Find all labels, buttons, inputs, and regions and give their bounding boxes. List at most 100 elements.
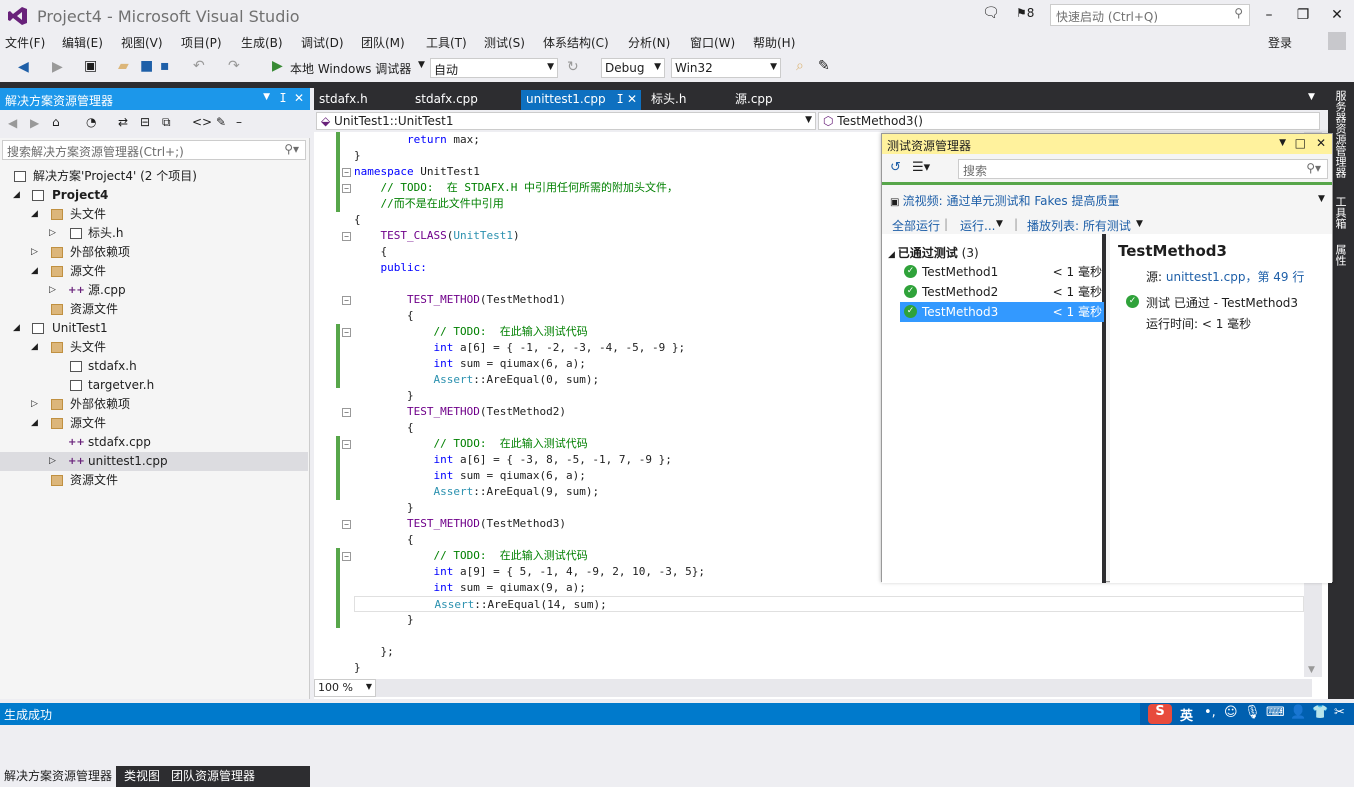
horizontal-scrollbar[interactable] — [376, 679, 1312, 697]
playlist-link[interactable]: 播放列表: 所有测试 — [1027, 217, 1131, 234]
tree-external-deps-1[interactable]: ▷ 外部依赖项 — [0, 243, 308, 262]
collapse-icon[interactable]: − — [342, 184, 351, 193]
tab-biaotou-h[interactable]: 标头.h — [646, 90, 691, 110]
tree-project4[interactable]: ◢ Project4 — [0, 186, 308, 205]
wrench-icon[interactable]: ✎ — [818, 58, 830, 74]
forward-icon[interactable]: ▶ — [30, 116, 39, 130]
run-link[interactable]: 运行... — [960, 217, 995, 234]
tree-unittest1[interactable]: ◢ UnitTest1 — [0, 319, 308, 338]
collapse-icon[interactable]: − — [342, 520, 351, 529]
open-file-icon[interactable]: ▰ — [118, 58, 129, 74]
feedback-icon[interactable]: 🗨 — [982, 5, 1000, 21]
emoji-icon[interactable]: ☺ — [1224, 705, 1238, 720]
redo-icon[interactable]: ↷ — [228, 58, 240, 74]
expand-icon[interactable]: ◢ — [888, 250, 898, 260]
solution-search-input[interactable]: 搜索解决方案资源管理器(Ctrl+;) ⚲▾ — [2, 140, 306, 160]
menu-tools[interactable]: 工具(T) — [426, 34, 467, 51]
back-icon[interactable]: ◀ — [8, 116, 17, 130]
ime-mode[interactable]: 英 — [1180, 705, 1193, 724]
expand-icon[interactable]: ◢ — [13, 186, 20, 205]
tree-file-stdafx-cpp[interactable]: ++ stdafx.cpp — [0, 433, 308, 452]
passed-group-header[interactable]: ◢ 已通过测试 (3) — [888, 244, 979, 261]
server-explorer-tab[interactable]: 服务器资源管理器 — [1332, 90, 1348, 178]
tree-file-unittest1-cpp[interactable]: ▷ ++ unittest1.cpp — [0, 452, 308, 471]
collapse-icon[interactable]: − — [342, 328, 351, 337]
properties-tab[interactable]: 属性 — [1332, 244, 1348, 266]
collapse-all-icon[interactable]: ⊟ — [140, 115, 150, 129]
collapsed-arrow-icon[interactable]: ▷ — [49, 452, 56, 471]
run-target-dropdown-icon[interactable]: ▼ — [418, 60, 425, 70]
menu-project[interactable]: 项目(P) — [181, 34, 222, 51]
scroll-down-icon[interactable]: ▼ — [1308, 665, 1315, 675]
auto-select[interactable]: 自动 ▼ — [430, 58, 558, 78]
tab-yuan-cpp[interactable]: 源.cpp — [730, 90, 778, 110]
configuration-select[interactable]: Debug ▼ — [601, 58, 665, 78]
tab-class-view[interactable]: 类视图 — [120, 766, 164, 787]
keyboard-icon[interactable]: ⌨ — [1266, 705, 1285, 720]
collapse-icon[interactable]: − — [342, 440, 351, 449]
save-all-icon[interactable]: ▪ — [160, 58, 170, 74]
expand-icon[interactable]: ◢ — [31, 205, 38, 224]
undo-icon[interactable]: ↶ — [193, 58, 205, 74]
collapsed-arrow-icon[interactable]: ▷ — [49, 281, 56, 300]
tree-header-files-1[interactable]: ◢ 头文件 — [0, 205, 308, 224]
video-dropdown-icon[interactable]: ▼ — [1318, 194, 1325, 204]
pin-icon[interactable]: ⵊ ✕ — [617, 90, 637, 108]
tree-solution[interactable]: 解决方案'Project4' (2 个项目) — [0, 167, 308, 186]
tree-resource-files-1[interactable]: 资源文件 — [0, 300, 308, 319]
run-target-button[interactable]: 本地 Windows 调试器 — [290, 60, 411, 77]
quick-launch-input[interactable]: 快速启动 (Ctrl+Q) ⚲ — [1050, 4, 1250, 26]
collapse-icon[interactable]: − — [342, 552, 351, 561]
expand-icon[interactable]: ◢ — [31, 262, 38, 281]
test-row-testmethod1[interactable]: ✓ TestMethod1 < 1 毫秒 — [900, 262, 1104, 282]
group-by-icon[interactable]: ☰▾ — [912, 160, 930, 175]
run-all-link[interactable]: 全部运行 — [892, 217, 940, 234]
expand-icon[interactable]: ◢ — [13, 319, 20, 338]
tree-source-files-1[interactable]: ◢ 源文件 — [0, 262, 308, 281]
class-dropdown[interactable]: ⬙ UnitTest1::UnitTest1 ▼ — [316, 112, 816, 130]
tab-solution-explorer[interactable]: 解决方案资源管理器 — [0, 766, 117, 787]
preview-icon[interactable]: – — [236, 115, 242, 129]
tree-file-stdafx-h[interactable]: stdafx.h — [0, 357, 308, 376]
show-all-files-icon[interactable]: ⧉ — [162, 115, 171, 130]
zoom-select[interactable]: 100 % ▼ — [314, 679, 376, 697]
find-in-files-icon[interactable]: ⌕ — [796, 58, 804, 74]
collapse-icon[interactable]: − — [342, 408, 351, 417]
toolbox-tab[interactable]: 工具箱 — [1332, 196, 1348, 229]
tree-file-biaotou-h[interactable]: ▷ 标头.h — [0, 224, 308, 243]
collapse-icon[interactable]: − — [342, 168, 351, 177]
minimize-button[interactable]: – — [1252, 2, 1286, 28]
sync-icon[interactable]: ⇄ — [118, 115, 128, 129]
expand-icon[interactable]: ◢ — [31, 414, 38, 433]
new-project-icon[interactable]: ▣ — [84, 58, 97, 74]
properties-icon[interactable]: ✎ — [216, 115, 226, 129]
maximize-button[interactable]: ❐ — [1286, 2, 1320, 28]
tab-stdafx-h[interactable]: stdafx.h — [314, 90, 373, 110]
close-pane-icon[interactable]: ✕ — [1316, 136, 1326, 150]
refresh-tests-icon[interactable]: ↺ — [890, 160, 901, 175]
tree-file-targetver-h[interactable]: targetver.h — [0, 376, 308, 395]
test-search-input[interactable]: 搜索 ⚲▾ — [958, 159, 1328, 179]
menu-edit[interactable]: 编辑(E) — [62, 34, 103, 51]
test-row-testmethod2[interactable]: ✓ TestMethod2 < 1 毫秒 — [900, 282, 1104, 302]
sogou-ime-icon[interactable]: S — [1148, 704, 1172, 724]
expand-icon[interactable]: ◢ — [31, 338, 38, 357]
tree-file-yuan-cpp[interactable]: ▷ ++ 源.cpp — [0, 281, 308, 300]
tab-unittest1-cpp[interactable]: unittest1.cpp ⵊ ✕ — [521, 90, 641, 110]
home-icon[interactable]: ⌂ — [52, 115, 60, 129]
forward-icon[interactable]: ▶ — [52, 59, 63, 75]
menu-window[interactable]: 窗口(W) — [690, 34, 735, 51]
menu-analyze[interactable]: 分析(N) — [628, 34, 670, 51]
tree-source-files-2[interactable]: ◢ 源文件 — [0, 414, 308, 433]
refresh-icon[interactable]: ↻ — [567, 59, 579, 75]
collapsed-arrow-icon[interactable]: ▷ — [31, 395, 38, 414]
pending-changes-icon[interactable]: ◔ — [86, 115, 96, 129]
test-row-testmethod3[interactable]: ✓ TestMethod3 < 1 毫秒 — [900, 302, 1104, 322]
video-link[interactable]: ▣ 流视频: 通过单元测试和 Fakes 提高质量 — [890, 192, 1119, 209]
maximize-pane-icon[interactable]: □ — [1295, 136, 1306, 150]
tab-team-explorer[interactable]: 团队资源管理器 — [167, 766, 259, 787]
close-pane-icon[interactable]: ✕ — [294, 91, 304, 105]
platform-select[interactable]: Win32 ▼ — [671, 58, 781, 78]
collapsed-arrow-icon[interactable]: ▷ — [49, 224, 56, 243]
member-dropdown[interactable]: ⬡ TestMethod3() — [818, 112, 1320, 130]
